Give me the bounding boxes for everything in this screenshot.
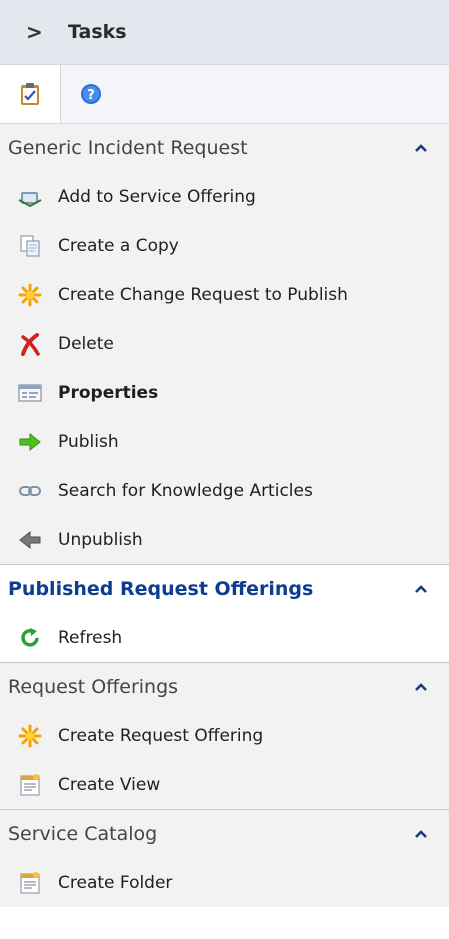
task-delete[interactable]: Delete <box>0 319 449 368</box>
section-header-service-catalog[interactable]: Service Catalog <box>0 810 449 858</box>
task-label: Delete <box>58 333 114 354</box>
task-add-to-service-offering[interactable]: Add to Service Offering <box>0 172 449 221</box>
starburst-icon <box>18 283 42 307</box>
task-label: Publish <box>58 431 119 452</box>
tasks-pane: > Tasks ? Generic Incident Request Add t… <box>0 0 449 939</box>
collapse-caret-icon[interactable] <box>413 828 429 840</box>
add-to-service-offering-icon <box>18 185 42 209</box>
link-chain-icon <box>18 479 42 503</box>
section-title: Published Request Offerings <box>8 578 314 600</box>
properties-icon <box>18 381 42 405</box>
create-folder-icon <box>18 871 42 895</box>
refresh-icon <box>18 626 42 650</box>
task-label: Create View <box>58 774 161 795</box>
help-icon: ? <box>81 84 101 104</box>
collapse-chevron-icon[interactable]: > <box>26 20 68 44</box>
task-label: Properties <box>58 382 159 403</box>
task-refresh[interactable]: Refresh <box>0 613 449 662</box>
task-label: Create Request Offering <box>58 725 264 746</box>
task-label: Add to Service Offering <box>58 186 256 207</box>
section-title: Service Catalog <box>8 823 158 845</box>
section-published-request-offerings: Published Request Offerings Refresh <box>0 565 449 663</box>
section-header-generic[interactable]: Generic Incident Request <box>0 124 449 172</box>
task-label: Create Change Request to Publish <box>58 284 348 305</box>
task-create-request-offering[interactable]: Create Request Offering <box>0 711 449 760</box>
section-request-offerings: Request Offerings Create Request Offerin… <box>0 663 449 810</box>
starburst-icon <box>18 724 42 748</box>
create-view-icon <box>18 773 42 797</box>
tab-bar: ? <box>0 65 449 124</box>
section-header-published[interactable]: Published Request Offerings <box>0 565 449 613</box>
clipboard-icon <box>21 83 39 105</box>
task-properties[interactable]: Properties <box>0 368 449 417</box>
task-create-folder[interactable]: Create Folder <box>0 858 449 907</box>
task-label: Refresh <box>58 627 123 648</box>
delete-x-icon <box>18 332 42 356</box>
copy-icon <box>18 234 42 258</box>
collapse-caret-icon[interactable] <box>413 142 429 154</box>
tasks-title: Tasks <box>68 21 127 43</box>
section-title: Request Offerings <box>8 676 179 698</box>
task-publish[interactable]: Publish <box>0 417 449 466</box>
collapse-caret-icon[interactable] <box>413 583 429 595</box>
section-service-catalog: Service Catalog Create Folder <box>0 810 449 907</box>
task-label: Search for Knowledge Articles <box>58 480 313 501</box>
task-create-a-copy[interactable]: Create a Copy <box>0 221 449 270</box>
arrow-left-icon <box>18 528 42 552</box>
tab-help[interactable]: ? <box>61 65 121 123</box>
section-header-request-offerings[interactable]: Request Offerings <box>0 663 449 711</box>
task-label: Create a Copy <box>58 235 179 256</box>
arrow-right-icon <box>18 430 42 454</box>
tab-tasks[interactable] <box>0 65 61 123</box>
section-title: Generic Incident Request <box>8 137 248 159</box>
section-generic-incident-request: Generic Incident Request Add to Service … <box>0 124 449 565</box>
collapse-caret-icon[interactable] <box>413 681 429 693</box>
task-search-knowledge-articles[interactable]: Search for Knowledge Articles <box>0 466 449 515</box>
task-label: Create Folder <box>58 872 173 893</box>
task-create-view[interactable]: Create View <box>0 760 449 809</box>
task-unpublish[interactable]: Unpublish <box>0 515 449 564</box>
svg-text:?: ? <box>87 88 95 103</box>
task-label: Unpublish <box>58 529 143 550</box>
task-create-change-request[interactable]: Create Change Request to Publish <box>0 270 449 319</box>
tasks-header[interactable]: > Tasks <box>0 0 449 65</box>
